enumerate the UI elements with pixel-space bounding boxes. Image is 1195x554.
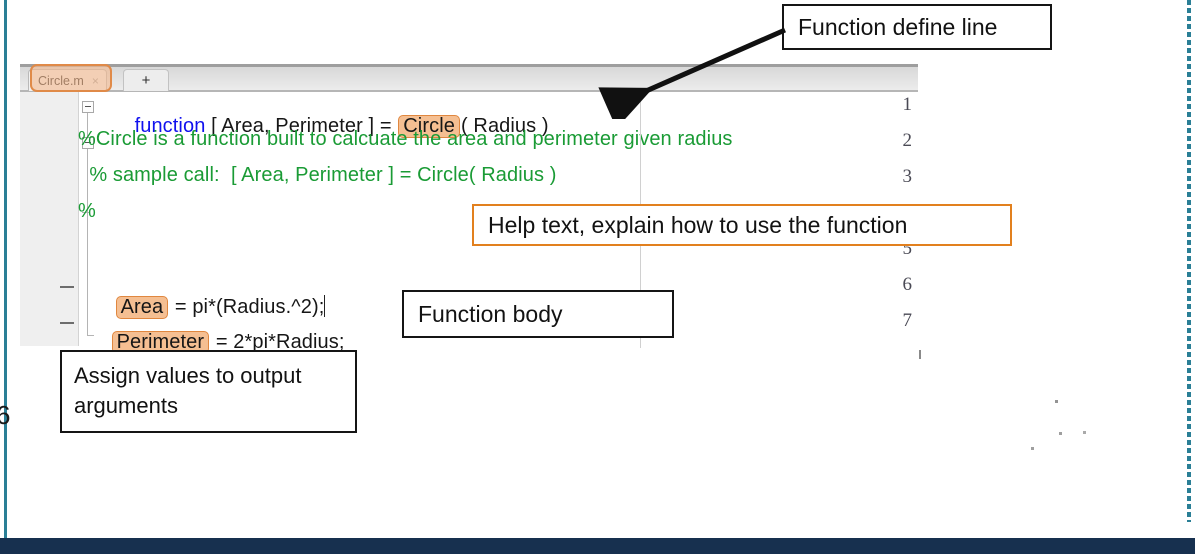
slide-right-dotted-bar — [1187, 0, 1191, 522]
scan-speck — [1055, 400, 1058, 403]
callout-assign-output-arguments: Assign values to output arguments — [60, 350, 357, 433]
callout-function-body-label: Function body — [418, 300, 563, 327]
scan-speck — [919, 350, 921, 359]
scan-speck — [1083, 431, 1086, 434]
callout-function-define-line: Function define line — [782, 4, 1052, 50]
scan-speck — [1059, 432, 1062, 435]
tab-highlight-ring — [30, 64, 112, 92]
new-tab-button[interactable]: + — [123, 69, 169, 91]
callout-function-body: Function body — [402, 290, 674, 338]
callout-function-define-label: Function define line — [798, 13, 998, 40]
slide-footer-bar — [0, 538, 1195, 554]
code-line-3: % sample call: [ Area, Perimeter ] = Cir… — [78, 164, 557, 186]
line-number-gutter — [20, 92, 54, 346]
plus-icon: + — [141, 72, 151, 89]
slide-canvas: 6 Circle.m × + 1 2 3 4 5 6 7 — [0, 0, 1195, 554]
callout-help-text-label: Help text, explain how to use the functi… — [488, 211, 908, 238]
code-line-2: %Circle is a function built to calcuate … — [78, 128, 733, 150]
editor-tab-bar: Circle.m × + — [20, 64, 918, 92]
code-line-4: % — [78, 200, 96, 222]
callout-help-text: Help text, explain how to use the functi… — [472, 204, 1012, 246]
scan-speck — [1031, 447, 1034, 450]
callout-assign-output-label: Assign values to output arguments — [74, 363, 302, 418]
page-number: 6 — [0, 400, 11, 430]
slide-left-accent-bar — [4, 0, 7, 540]
